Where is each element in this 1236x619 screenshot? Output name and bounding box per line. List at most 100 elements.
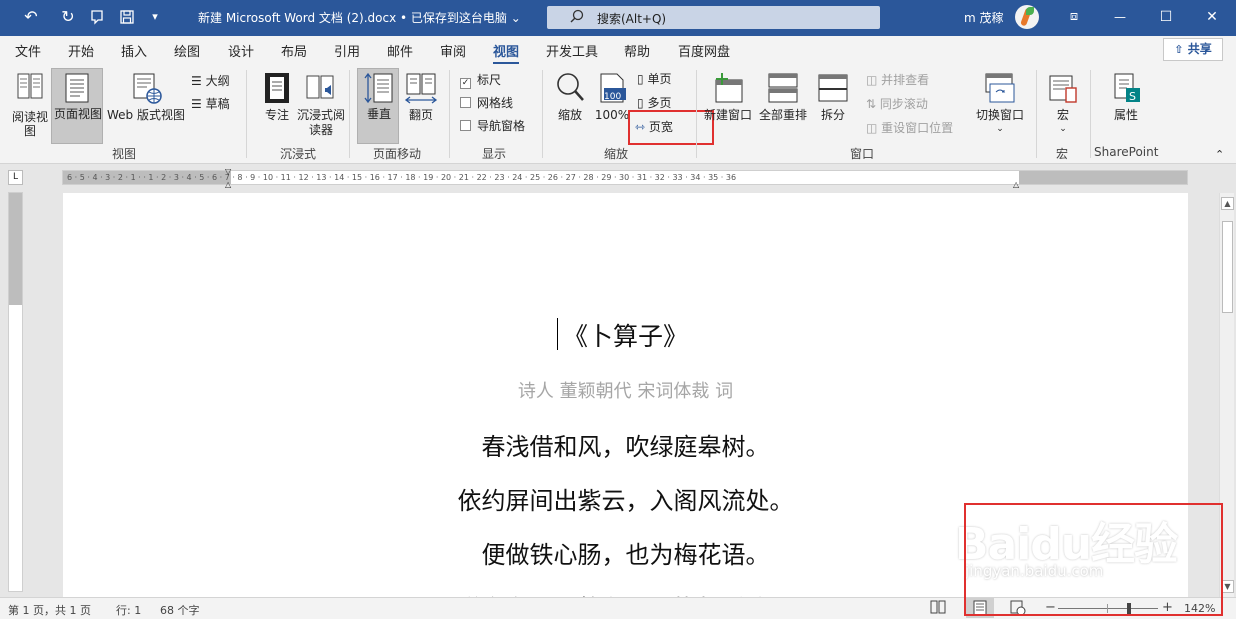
ribbon-separator <box>1036 70 1037 158</box>
outline-label: 大纲 <box>205 74 230 88</box>
redo-icon[interactable]: ↻ <box>55 6 81 28</box>
chevron-down-icon: ⌄ <box>996 124 1004 134</box>
ribbon-separator <box>349 70 350 158</box>
poem-meta[interactable]: 诗人 董颖朝代 宋词体裁 词 <box>63 377 1188 403</box>
focus-icon <box>265 73 289 103</box>
side-by-side-label: 并排查看 <box>881 73 930 87</box>
ruler-checkbox[interactable]: ✓ 标尺 <box>460 71 501 89</box>
word-count[interactable]: 68 个字 <box>160 602 200 618</box>
zoom-100-label: 100% <box>594 108 630 122</box>
left-indent-marker[interactable]: △ <box>225 180 231 189</box>
sync-scrolling-label: 同步滚动 <box>879 97 928 111</box>
tab-home[interactable]: 开始 <box>68 41 94 60</box>
sync-scrolling-icon: ⇅ <box>866 97 877 111</box>
title-bar: ↶ ↻ ▾ 新建 Microsoft Word 文档 (2).docx • 已保… <box>0 0 1236 36</box>
switch-windows-button[interactable]: 切换窗口 ⌄ <box>970 70 1030 144</box>
immersive-reader-button[interactable]: 沉浸式阅读器 <box>297 70 345 144</box>
tab-developer[interactable]: 开发工具 <box>546 41 598 60</box>
tab-help[interactable]: 帮助 <box>624 41 650 60</box>
tab-review[interactable]: 审阅 <box>440 41 466 60</box>
vertical-label: 垂直 <box>366 107 391 121</box>
view-side-by-side-button[interactable]: ◫ 并排查看 <box>866 71 929 88</box>
user-name[interactable]: m 茂稼 <box>964 9 1004 26</box>
avatar[interactable] <box>1015 5 1039 29</box>
gridlines-checkbox[interactable]: 网格线 <box>460 94 513 111</box>
touch-mode-icon[interactable] <box>84 6 110 28</box>
tab-layout[interactable]: 布局 <box>281 41 307 60</box>
read-mode-label: 阅读视图 <box>11 110 48 138</box>
ribbon-separator <box>696 70 697 158</box>
properties-icon: S <box>1114 73 1140 103</box>
read-mode-view-icon[interactable] <box>930 600 946 617</box>
group-label-views: 视图 <box>112 147 137 161</box>
share-button[interactable]: ⇧ 共享 <box>1163 38 1223 61</box>
multiple-pages-button[interactable]: ▯ 多页 <box>637 94 671 111</box>
print-layout-button[interactable]: 页面视图 <box>51 68 103 144</box>
split-icon <box>818 74 848 102</box>
right-indent-marker[interactable]: △ <box>1013 180 1019 189</box>
tab-view[interactable]: 视图 <box>493 41 520 65</box>
zoom-label: 缩放 <box>557 108 582 122</box>
undo-icon[interactable]: ↶ <box>18 6 44 28</box>
print-layout-icon <box>65 73 89 103</box>
checkbox-icon <box>460 97 471 108</box>
macros-button[interactable]: 宏 ⌄ <box>1042 70 1084 144</box>
tab-file[interactable]: 文件 <box>15 41 41 60</box>
word-window: ↶ ↻ ▾ 新建 Microsoft Word 文档 (2).docx • 已保… <box>0 0 1236 619</box>
tab-design[interactable]: 设计 <box>228 41 254 60</box>
close-button[interactable]: ✕ <box>1189 0 1235 36</box>
tab-selector-button[interactable]: L <box>8 170 23 185</box>
minimize-button[interactable]: — <box>1097 0 1143 36</box>
outline-button[interactable]: ☰ 大纲 <box>191 72 230 89</box>
vertical-button[interactable]: 垂直 <box>357 68 399 144</box>
focus-label: 专注 <box>264 108 289 122</box>
navigation-pane-checkbox[interactable]: 导航窗格 <box>460 117 525 134</box>
tab-draw[interactable]: 绘图 <box>174 41 200 60</box>
save-icon[interactable] <box>114 6 140 28</box>
side-to-side-button[interactable]: 翻页 <box>401 70 441 144</box>
arrange-all-icon <box>768 73 798 103</box>
ribbon-display-options-icon[interactable]: ⧈ <box>1051 0 1097 36</box>
read-mode-button[interactable]: 阅读视图 <box>10 70 50 144</box>
new-window-icon <box>715 73 743 103</box>
split-button[interactable]: 拆分 <box>813 70 853 144</box>
arrange-all-button[interactable]: 全部重排 <box>757 70 809 144</box>
properties-button[interactable]: S 属性 <box>1104 70 1148 144</box>
scroll-thumb[interactable] <box>1222 221 1233 313</box>
immersive-reader-label: 沉浸式阅读器 <box>296 108 345 137</box>
reset-window-position-button[interactable]: ◫ 重设窗口位置 <box>866 119 953 136</box>
tab-baidu-netdisk[interactable]: 百度网盘 <box>678 41 730 60</box>
new-window-button[interactable]: 新建窗口 <box>702 70 754 144</box>
tab-insert[interactable]: 插入 <box>121 41 147 60</box>
one-page-button[interactable]: ▯ 单页 <box>637 70 671 87</box>
reset-position-icon: ◫ <box>866 121 878 135</box>
vertical-scroll-icon <box>364 72 393 104</box>
restore-button[interactable]: ☐ <box>1143 0 1189 36</box>
customize-quick-access-icon[interactable]: ▾ <box>142 6 168 28</box>
vertical-ruler[interactable] <box>8 192 23 592</box>
first-line-indent-marker[interactable]: ▽ <box>225 167 231 176</box>
ruler-label: 标尺 <box>477 73 502 87</box>
ribbon-separator <box>542 70 543 158</box>
synchronous-scrolling-button[interactable]: ⇅ 同步滚动 <box>866 95 928 112</box>
collapse-ribbon-icon[interactable]: ⌃ <box>1215 148 1224 161</box>
ruler-margin-top <box>9 193 22 305</box>
document-title[interactable]: 新建 Microsoft Word 文档 (2).docx • 已保存到这台电脑… <box>198 9 521 26</box>
poem-line[interactable]: 春浅借和风，吹绿庭皋树。 <box>63 427 1188 462</box>
focus-button[interactable]: 专注 <box>255 70 299 144</box>
arrange-all-label: 全部重排 <box>758 108 807 122</box>
tab-mailings[interactable]: 邮件 <box>387 41 413 60</box>
search-box[interactable]: 搜索(Alt+Q) <box>547 6 880 29</box>
macros-label: 宏 <box>1056 108 1069 122</box>
page-count[interactable]: 第 1 页，共 1 页 <box>8 602 91 618</box>
draft-button[interactable]: ☰ 草稿 <box>191 95 230 112</box>
zoom-100-button[interactable]: 100 100% <box>592 70 632 144</box>
web-layout-button[interactable]: Web 版式视图 <box>104 70 188 144</box>
poem-title[interactable]: 《卜算子》 <box>63 317 1188 353</box>
scroll-up-icon[interactable]: ▲ <box>1221 197 1234 210</box>
tab-references[interactable]: 引用 <box>334 41 360 60</box>
zoom-button[interactable]: 缩放 <box>551 70 589 144</box>
horizontal-ruler[interactable]: 6 · 5 · 4 · 3 · 2 · 1 · · 1 · 2 · 3 · 4 … <box>62 167 1188 189</box>
line-number[interactable]: 行: 1 <box>116 602 141 618</box>
chevron-down-icon: ⌄ <box>1059 124 1067 134</box>
